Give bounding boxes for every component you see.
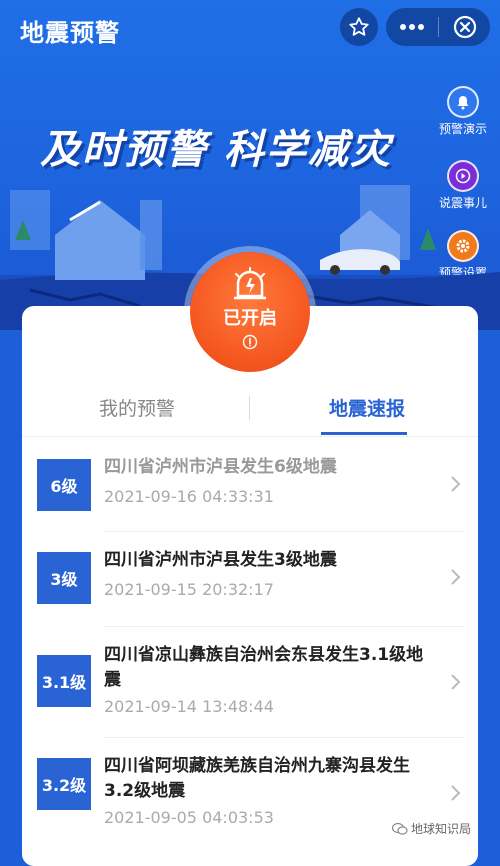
tab-my-warnings[interactable]: 我的预警 [42,378,232,436]
watermark-text: 地球知识局 [411,822,472,836]
chevron-right-icon [451,476,461,492]
chevron-right-icon [451,785,461,801]
more-button[interactable] [386,8,438,46]
report-time: 2021-09-14 13:48:44 [104,697,274,716]
watermark: 地球知识局 [392,820,471,837]
close-icon [453,15,476,39]
list-item[interactable]: 3.1级 四川省凉山彝族自治州会东县发生3.1级地震 2021-09-14 13… [22,627,478,738]
star-icon [349,17,369,36]
report-time: 2021-09-15 20:32:17 [104,580,274,599]
magnitude-badge: 3级 [37,552,91,604]
more-dots-icon [400,24,424,30]
tab-bar: 我的预警 地震速报 [22,378,478,437]
main-card: 我的预警 地震速报 6级 四川省泸州市泸县发生6级地震 2021-09-16 0… [22,306,478,866]
top-bar: 地震预警 [0,0,500,56]
mini-program-capsule [386,8,490,46]
list-item[interactable]: 3级 四川省泸州市泸县发生3级地震 2021-09-15 20:32:17 [22,532,478,627]
magnitude-badge: 3.1级 [37,655,91,707]
tab-earthquake-reports[interactable]: 地震速报 [272,378,462,436]
chevron-right-icon [451,569,461,585]
report-time: 2021-09-16 04:33:31 [104,487,274,506]
close-button[interactable] [439,8,490,46]
chevron-right-icon [451,674,461,690]
side-button-demo[interactable]: 预警演示 [434,86,492,137]
report-title: 四川省凉山彝族自治州会东县发生3.1级地震 [104,645,424,690]
magnitude-badge: 6级 [37,459,91,511]
report-title: 四川省泸州市泸县发生3级地震 [104,550,337,570]
status-label: 已开启 [223,308,277,329]
info-icon[interactable] [242,334,258,350]
bell-icon [447,86,479,118]
side-button-label: 预警演示 [438,122,487,136]
list-item[interactable]: 6级 四川省泸州市泸县发生6级地震 2021-09-16 04:33:31 [22,437,478,532]
warning-status-button[interactable]: 已开启 [190,252,310,372]
report-title: 四川省泸州市泸县发生6级地震 [104,457,337,477]
wechat-icon [392,822,408,835]
magnitude-badge: 3.2级 [37,758,91,810]
app-title: 地震预警 [20,19,120,47]
report-title: 四川省阿坝藏族羌族自治州九寨沟县发生3.2级地震 [104,756,410,801]
siren-icon [234,267,266,300]
tab-divider [249,396,250,420]
favorite-button[interactable] [340,8,378,46]
active-tab-indicator [321,432,407,435]
slogan: 及时预警 科学减灾 [40,127,392,173]
report-time: 2021-09-05 04:03:53 [104,808,274,827]
